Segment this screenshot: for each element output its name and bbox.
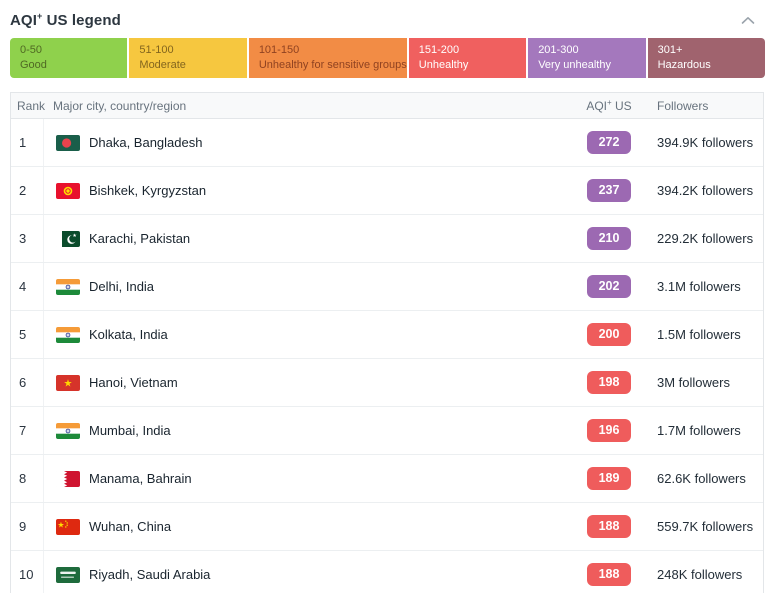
- aqi-value-badge: 188: [587, 515, 631, 538]
- aqi-value-badge: 189: [587, 467, 631, 490]
- collapse-legend-button[interactable]: [739, 11, 757, 30]
- table-header-row: Rank Major city, country/region AQI+ US …: [11, 93, 763, 119]
- followers-count: 229.2K followers: [657, 231, 753, 246]
- city-link[interactable]: Hanoi, Vietnam: [89, 375, 178, 390]
- table-row[interactable]: 2 Bishkek, Kyrgyzstan 237 394.2K followe…: [11, 166, 763, 214]
- legend-label: Moderate: [139, 58, 246, 73]
- legend-category: 201-300 Very unhealthy: [528, 38, 645, 78]
- table-row[interactable]: 5 Kolkata, India 200 1.5M followers: [11, 310, 763, 358]
- aqi-value-badge: 196: [587, 419, 631, 442]
- chevron-up-icon: [741, 13, 755, 28]
- legend-category: 101-150 Unhealthy for sensitive groups: [249, 38, 407, 78]
- table-row[interactable]: 4 Delhi, India 202 3.1M followers: [11, 262, 763, 310]
- rank-number: 4: [19, 279, 26, 294]
- rank-number: 10: [19, 567, 33, 582]
- legend-range: 301+: [658, 43, 765, 58]
- legend-range: 0-50: [20, 43, 127, 58]
- table-row[interactable]: 6 ★ Hanoi, Vietnam 198 3M followers: [11, 358, 763, 406]
- city-link[interactable]: Bishkek, Kyrgyzstan: [89, 183, 206, 198]
- legend-category: 301+ Hazardous: [648, 38, 765, 78]
- followers-count: 3M followers: [657, 375, 730, 390]
- followers-count: 248K followers: [657, 567, 742, 582]
- followers-count: 394.2K followers: [657, 183, 753, 198]
- followers-count: 1.5M followers: [657, 327, 741, 342]
- svg-text:★: ★: [64, 378, 73, 389]
- flag-india-icon: [56, 279, 80, 295]
- aqi-value-badge: 200: [587, 323, 631, 346]
- flag-bangladesh-icon: [56, 135, 80, 151]
- city-link[interactable]: Wuhan, China: [89, 519, 171, 534]
- aqi-legend-bar: 0-50 Good 51-100 Moderate 101-150 Unheal…: [10, 38, 765, 78]
- flag-pakistan-icon: ★: [56, 231, 80, 247]
- city-link[interactable]: Karachi, Pakistan: [89, 231, 190, 246]
- legend-range: 201-300: [538, 43, 645, 58]
- flag-bahrain-icon: [56, 471, 80, 487]
- city-link[interactable]: Mumbai, India: [89, 423, 171, 438]
- legend-range: 151-200: [419, 43, 526, 58]
- rank-number: 7: [19, 423, 26, 438]
- followers-count: 559.7K followers: [657, 519, 753, 534]
- svg-text:★: ★: [72, 233, 77, 239]
- rank-number: 1: [19, 135, 26, 150]
- aqi-legend-panel: AQI+ US legend 0-50 Good 51-100 Moderate…: [0, 0, 765, 593]
- aqi-value-badge: 210: [587, 227, 631, 250]
- flag-china-icon: ★: [56, 519, 80, 535]
- legend-range: 51-100: [139, 43, 246, 58]
- city-ranking-table: Rank Major city, country/region AQI+ US …: [10, 92, 764, 593]
- table-row[interactable]: 1 Dhaka, Bangladesh 272 394.9K followers: [11, 119, 763, 166]
- legend-label: Good: [20, 58, 127, 73]
- svg-text:★: ★: [57, 520, 64, 529]
- rank-number: 5: [19, 327, 26, 342]
- legend-label: Hazardous: [658, 58, 765, 73]
- city-link[interactable]: Kolkata, India: [89, 327, 168, 342]
- flag-vietnam-icon: ★: [56, 375, 80, 391]
- flag-india-icon: [56, 423, 80, 439]
- flag-saudi-arabia-icon: [56, 567, 80, 583]
- city-link[interactable]: Manama, Bahrain: [89, 471, 192, 486]
- column-header-city: Major city, country/region: [44, 99, 573, 113]
- column-header-aqi: AQI+ US: [573, 98, 645, 113]
- legend-range: 101-150: [259, 43, 407, 58]
- rank-number: 2: [19, 183, 26, 198]
- rank-number: 8: [19, 471, 26, 486]
- table-row[interactable]: 8 Manama, Bahrain 189 62.6K followers: [11, 454, 763, 502]
- legend-category: 51-100 Moderate: [129, 38, 246, 78]
- followers-count: 3.1M followers: [657, 279, 741, 294]
- city-link[interactable]: Delhi, India: [89, 279, 154, 294]
- rank-number: 3: [19, 231, 26, 246]
- legend-label: Very unhealthy: [538, 58, 645, 73]
- rank-number: 6: [19, 375, 26, 390]
- aqi-value-badge: 202: [587, 275, 631, 298]
- followers-count: 1.7M followers: [657, 423, 741, 438]
- table-row[interactable]: 9 ★ Wuhan, China 188 559.7K followers: [11, 502, 763, 550]
- legend-label: Unhealthy: [419, 58, 526, 73]
- followers-count: 394.9K followers: [657, 135, 753, 150]
- city-link[interactable]: Dhaka, Bangladesh: [89, 135, 202, 150]
- flag-kyrgyzstan-icon: [56, 183, 80, 199]
- rank-number: 9: [19, 519, 26, 534]
- column-header-rank: Rank: [11, 93, 44, 118]
- table-row[interactable]: 3 ★ Karachi, Pakistan 210 229.2K followe…: [11, 214, 763, 262]
- legend-label: Unhealthy for sensitive groups: [259, 58, 407, 73]
- legend-category: 151-200 Unhealthy: [409, 38, 526, 78]
- city-link[interactable]: Riyadh, Saudi Arabia: [89, 567, 210, 582]
- followers-count: 62.6K followers: [657, 471, 746, 486]
- legend-category: 0-50 Good: [10, 38, 127, 78]
- table-row[interactable]: 10 Riyadh, Saudi Arabia 188 248K followe…: [11, 550, 763, 593]
- column-header-followers: Followers: [645, 99, 763, 113]
- legend-title: AQI+ US legend: [10, 11, 121, 29]
- aqi-value-badge: 237: [587, 179, 631, 202]
- legend-header: AQI+ US legend: [0, 0, 765, 31]
- aqi-value-badge: 272: [587, 131, 631, 154]
- table-row[interactable]: 7 Mumbai, India 196 1.7M followers: [11, 406, 763, 454]
- table-body: 1 Dhaka, Bangladesh 272 394.9K followers…: [11, 119, 763, 593]
- aqi-value-badge: 188: [587, 563, 631, 586]
- flag-india-icon: [56, 327, 80, 343]
- aqi-value-badge: 198: [587, 371, 631, 394]
